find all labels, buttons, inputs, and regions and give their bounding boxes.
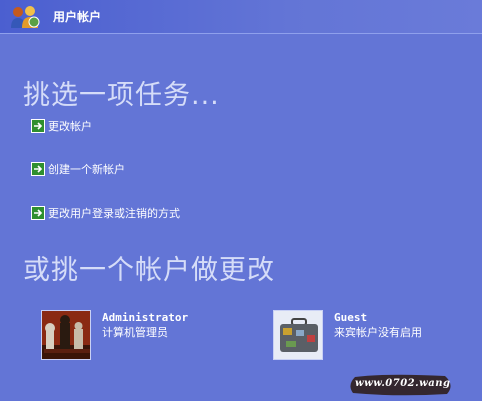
users-icon (11, 6, 40, 28)
green-arrow-icon (31, 119, 45, 133)
account-name: Administrator (102, 311, 189, 324)
chess-pieces-picture (41, 310, 91, 360)
task-change-account[interactable]: 更改帐户 (31, 118, 92, 134)
briefcase-picture (273, 310, 323, 360)
task-label: 更改帐户 (48, 120, 92, 133)
task-change-logon[interactable]: 更改用户登录或注销的方式 (31, 205, 180, 221)
account-name: Guest (334, 311, 368, 324)
task-label: 更改用户登录或注销的方式 (48, 207, 180, 220)
account-description: 来宾帐户没有启用 (334, 326, 422, 339)
accounts-heading: 或挑一个帐户做更改 (23, 255, 275, 286)
task-label: 创建一个新帐户 (48, 163, 125, 176)
green-arrow-icon (31, 162, 45, 176)
account-description: 计算机管理员 (102, 326, 168, 339)
task-create-account[interactable]: 创建一个新帐户 (31, 161, 125, 177)
account-administrator[interactable]: Administrator 计算机管理员 (41, 310, 221, 360)
tasks-heading: 挑选一项任务... (23, 80, 220, 111)
watermark-text: www.0702.wang (355, 378, 451, 389)
green-arrow-icon (31, 206, 45, 220)
title-bar: 用户帐户 (0, 0, 482, 34)
account-guest[interactable]: Guest 来宾帐户没有启用 (273, 310, 453, 360)
window-title: 用户帐户 (53, 10, 102, 24)
